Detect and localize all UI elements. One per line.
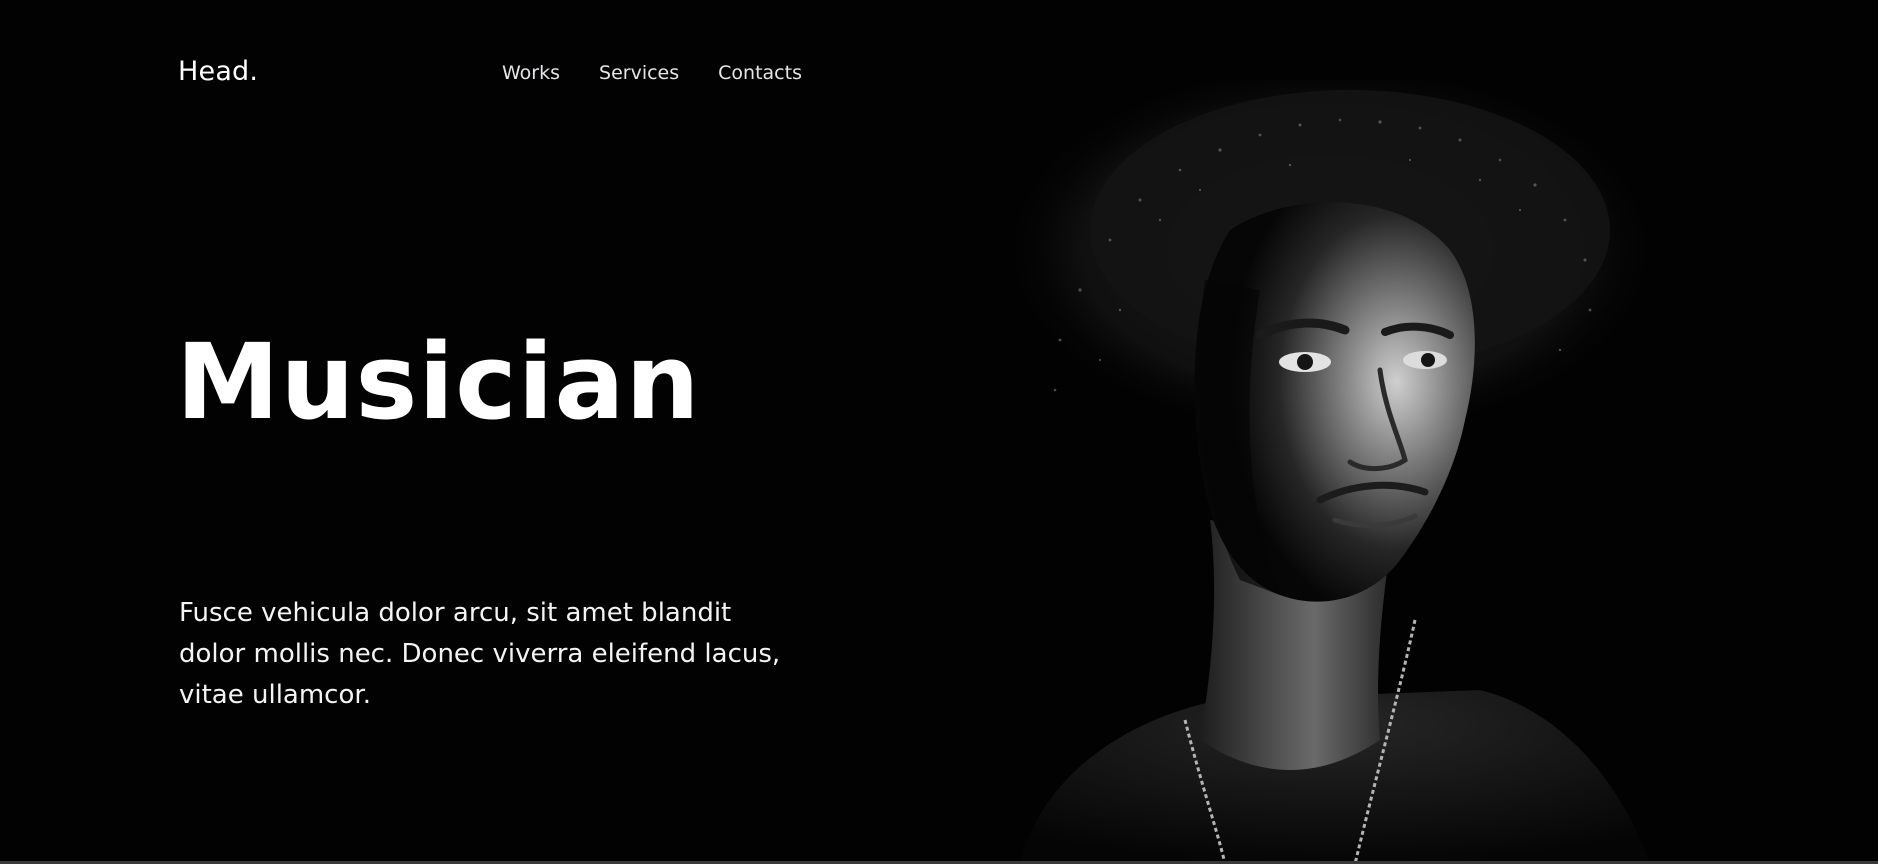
hero-title: Musician xyxy=(176,321,701,443)
portrait-image xyxy=(1000,80,1660,864)
logo[interactable]: Head. xyxy=(178,56,258,87)
nav-link-works[interactable]: Works xyxy=(502,62,560,84)
main-nav: Works Services Contacts xyxy=(502,62,802,84)
nav-link-contacts[interactable]: Contacts xyxy=(718,62,802,84)
nav-link-services[interactable]: Services xyxy=(599,62,679,84)
page: Head. Works Services Contacts Musician F… xyxy=(0,0,1878,864)
hero-description: Fusce vehicula dolor arcu, sit amet blan… xyxy=(179,598,781,710)
